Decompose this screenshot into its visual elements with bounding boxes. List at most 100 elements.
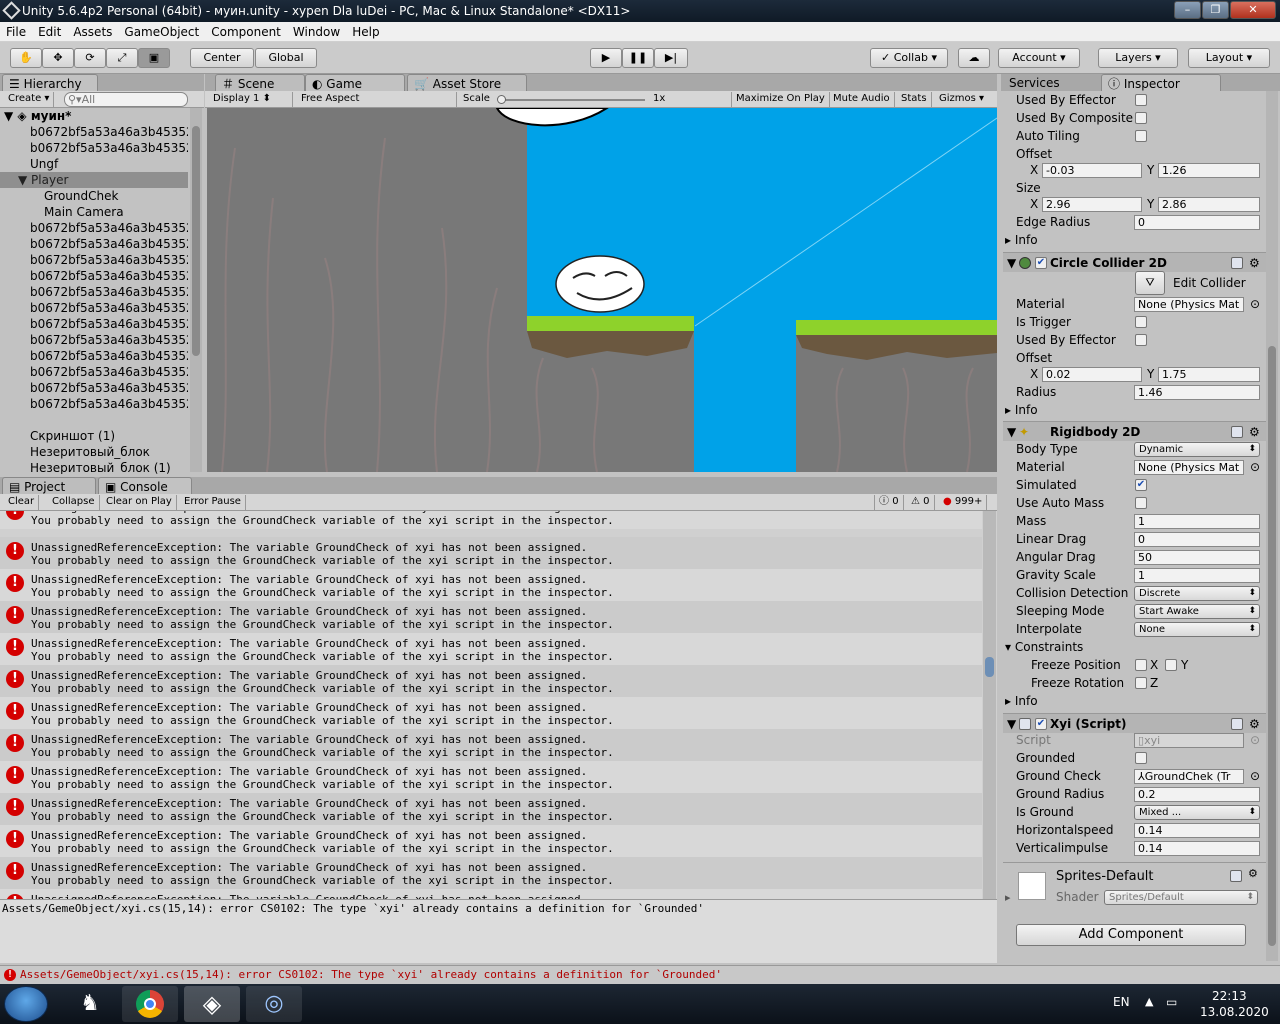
box-offset-y-field[interactable]: 1.26	[1158, 163, 1260, 178]
circle-material-field[interactable]: None (Physics Mat	[1134, 297, 1244, 312]
shader-dropdown[interactable]: Sprites/Default	[1104, 890, 1258, 905]
table-row[interactable]: !UnassignedReferenceException: The varia…	[0, 697, 982, 729]
list-item[interactable]: b0672bf5a53a46a3b453523	[0, 140, 188, 156]
simulated-checkbox[interactable]: ✔	[1135, 479, 1147, 491]
table-row[interactable]: !UnassignedReferenceException: The varia…	[0, 665, 982, 697]
linear-drag-field[interactable]: 0	[1134, 532, 1260, 547]
script-header[interactable]: ▼ ✔ Xyi (Script) ⚙	[1003, 713, 1266, 733]
clock-time[interactable]: 22:13	[1212, 989, 1247, 1003]
rb-info-foldout[interactable]: ▸ Info	[1005, 692, 1038, 710]
menu-component[interactable]: Component	[205, 22, 287, 42]
help-book-icon[interactable]	[1231, 718, 1243, 730]
tab-project[interactable]: ▤ Project	[2, 477, 96, 495]
list-item[interactable]: Скриншот (1)	[0, 428, 188, 444]
circle-offset-y-field[interactable]: 1.75	[1158, 367, 1260, 382]
close-button[interactable]: ✕	[1230, 1, 1276, 19]
script-enabled-checkbox[interactable]: ✔	[1035, 718, 1047, 730]
add-component-button[interactable]: Add Component	[1016, 924, 1246, 946]
scale-slider-thumb[interactable]	[497, 95, 506, 104]
horizontalspeed-field[interactable]: 0.14	[1134, 823, 1260, 838]
edge-radius-field[interactable]: 0	[1134, 215, 1260, 230]
menu-help[interactable]: Help	[346, 22, 385, 42]
hierarchy-search-input[interactable]: ⚲▾All	[64, 92, 188, 107]
list-item[interactable]: Незеритовый_блок	[0, 444, 188, 460]
list-item[interactable]: b0672bf5a53a46a3b453523	[0, 380, 188, 396]
help-book-icon[interactable]	[1231, 426, 1243, 438]
table-row[interactable]: !UnassignedReferenceException: The varia…	[0, 569, 982, 601]
maximize-on-play-toggle[interactable]: Maximize On Play	[731, 92, 830, 107]
list-item[interactable]: Main Camera	[0, 204, 188, 220]
display-dropdown[interactable]: Display 1 ⬍	[209, 92, 293, 107]
gear-icon[interactable]: ⚙	[1248, 867, 1258, 880]
auto-tiling-checkbox[interactable]	[1135, 130, 1147, 142]
hollow-knight-icon[interactable]: ♞	[62, 986, 118, 1022]
box-offset-x-field[interactable]: -0.03	[1042, 163, 1142, 178]
aspect-dropdown[interactable]: Free Aspect	[297, 92, 457, 107]
body-type-dropdown[interactable]: Dynamic	[1134, 442, 1260, 457]
tab-console[interactable]: ▣ Console	[98, 477, 192, 495]
start-button[interactable]	[4, 986, 48, 1022]
help-book-icon[interactable]	[1230, 870, 1242, 882]
list-item[interactable]: Незеритовый_блок (1)	[0, 460, 188, 474]
tab-services[interactable]: Services	[1003, 74, 1097, 92]
is-ground-dropdown[interactable]: Mixed ...	[1134, 805, 1260, 820]
circle-info-foldout[interactable]: ▸ Info	[1005, 401, 1038, 419]
tab-inspector[interactable]: ⓘ Inspector	[1101, 74, 1221, 92]
ground-radius-field[interactable]: 0.2	[1134, 787, 1260, 802]
angular-drag-field[interactable]: 50	[1134, 550, 1260, 565]
error-pause-toggle[interactable]: Error Pause	[180, 495, 246, 510]
error-count-toggle[interactable]: ● 999+	[939, 495, 988, 510]
menu-edit[interactable]: Edit	[32, 22, 67, 42]
tab-scene[interactable]: ＃ Scene	[215, 74, 305, 92]
table-row[interactable]: !UnassignedReferenceException: The varia…	[0, 511, 982, 529]
list-item[interactable]: b0672bf5a53a46a3b453523	[0, 300, 188, 316]
cloud-icon[interactable]: ☁	[958, 48, 990, 68]
pivot-global-button[interactable]: Global	[255, 48, 317, 68]
stats-toggle[interactable]: Stats	[897, 92, 932, 107]
menu-file[interactable]: File	[0, 22, 32, 42]
minimize-button[interactable]: –	[1174, 1, 1201, 19]
gear-icon[interactable]: ⚙	[1249, 422, 1260, 442]
sleeping-mode-dropdown[interactable]: Start Awake	[1134, 604, 1260, 619]
object-picker-icon[interactable]: ⊙	[1250, 767, 1260, 785]
language-indicator[interactable]: EN	[1113, 995, 1130, 1009]
table-row[interactable]: !UnassignedReferenceException: The varia…	[0, 729, 982, 761]
scene-root[interactable]: ▼ ◈ муин*	[0, 108, 188, 124]
circle-collider-header[interactable]: ▼ ✔ Circle Collider 2D ⚙	[1003, 252, 1266, 272]
clear-on-play-toggle[interactable]: Clear on Play	[102, 495, 177, 510]
hierarchy-scrollbar[interactable]	[190, 108, 202, 472]
use-auto-mass-checkbox[interactable]	[1135, 497, 1147, 509]
list-item[interactable]: b0672bf5a53a46a3b453523	[0, 348, 188, 364]
rigidbody-header[interactable]: ▼ ✦ Rigidbody 2D ⚙	[1003, 421, 1266, 441]
list-item[interactable]: b0672bf5a53a46a3b453523	[0, 124, 188, 140]
tray-arrow-icon[interactable]: ▲	[1145, 995, 1153, 1008]
object-picker-icon[interactable]: ⊙	[1250, 295, 1260, 313]
grounded-checkbox[interactable]	[1135, 752, 1147, 764]
layers-dropdown[interactable]: Layers ▾	[1098, 48, 1178, 68]
move-tool-icon[interactable]: ✥	[42, 48, 74, 68]
edit-collider-button[interactable]: ⛛	[1135, 271, 1165, 295]
list-item-player[interactable]: ▼ Player	[0, 172, 188, 188]
account-dropdown[interactable]: Account ▾	[998, 48, 1080, 68]
tab-asset-store[interactable]: 🛒 Asset Store	[407, 74, 527, 92]
list-item[interactable]: GroundChek	[0, 188, 188, 204]
freeze-position-y-checkbox[interactable]	[1165, 659, 1177, 671]
interpolate-dropdown[interactable]: None	[1134, 622, 1260, 637]
list-item[interactable]: b0672bf5a53a46a3b453523	[0, 364, 188, 380]
hierarchy-scroll-thumb[interactable]	[192, 126, 200, 356]
table-row[interactable]: !UnassignedReferenceException: The varia…	[0, 825, 982, 857]
pause-icon[interactable]: ❚❚	[622, 48, 654, 68]
help-book-icon[interactable]	[1231, 257, 1243, 269]
rb-material-field[interactable]: None (Physics Mat	[1134, 460, 1244, 475]
gravity-scale-field[interactable]: 1	[1134, 568, 1260, 583]
list-item[interactable]: b0672bf5a53a46a3b453523	[0, 396, 188, 412]
step-icon[interactable]: ▶|	[654, 48, 688, 68]
table-row[interactable]: !UnassignedReferenceException: The varia…	[0, 601, 982, 633]
box-info-foldout[interactable]: ▸ Info	[1005, 231, 1038, 249]
app-icon[interactable]: ◎	[246, 986, 302, 1022]
table-row[interactable]: !UnassignedReferenceException: The varia…	[0, 537, 982, 569]
foldout-arrow-icon[interactable]: ▸	[1005, 891, 1011, 904]
clear-button[interactable]: Clear	[4, 495, 40, 510]
table-row[interactable]: !UnassignedReferenceException: The varia…	[0, 633, 982, 665]
is-trigger-checkbox[interactable]	[1135, 316, 1147, 328]
